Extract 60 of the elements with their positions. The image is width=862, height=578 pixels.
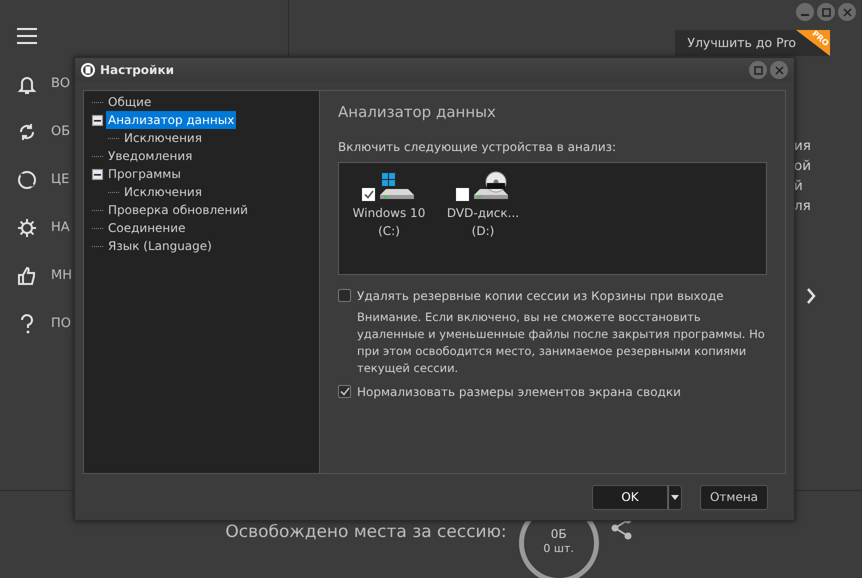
- collapse-toggle[interactable]: [92, 168, 103, 180]
- tree-item[interactable]: Уведомления: [106, 147, 194, 165]
- close-button[interactable]: [838, 3, 856, 21]
- text-fragment: ля: [794, 197, 808, 216]
- drive-letter: (D:): [472, 222, 494, 240]
- thumbs-up-icon[interactable]: [16, 265, 38, 287]
- devices-label: Включить следующие устройства в анализ:: [338, 138, 618, 156]
- tree-item[interactable]: Проверка обновлений: [106, 201, 250, 219]
- device-name: Windows 10: [352, 204, 426, 222]
- close-button[interactable]: [770, 61, 788, 79]
- sidebar-item[interactable]: ПО: [51, 314, 72, 334]
- dvd-drive-icon: [472, 170, 510, 200]
- text-fragment: й: [794, 177, 804, 196]
- dropdown-button[interactable]: [668, 484, 682, 510]
- tree-item[interactable]: Соединение: [106, 219, 188, 237]
- menu-icon[interactable]: [16, 25, 38, 47]
- tree-item[interactable]: Язык (Language): [106, 237, 214, 255]
- sidebar-item[interactable]: ЦЕ: [51, 170, 70, 190]
- text-fragment: ия: [794, 137, 808, 156]
- freed-size: 0Б: [550, 528, 567, 542]
- section-heading: Анализатор данных: [338, 102, 497, 123]
- tree-item[interactable]: Анализатор данных: [106, 111, 236, 129]
- device-checkbox[interactable]: [456, 188, 469, 200]
- device-name: DVD-диск...: [446, 204, 520, 222]
- tree-item[interactable]: Исключения: [122, 129, 204, 147]
- system-drive-icon: [378, 170, 416, 200]
- close-icon: [842, 8, 852, 16]
- sidebar-item[interactable]: МН: [51, 266, 72, 286]
- option-checkbox[interactable]: [338, 385, 351, 398]
- option-label: Удалять резервные копии сессии из Корзины при выходе: [357, 288, 724, 304]
- dialog-title: Настройки: [100, 62, 174, 79]
- session-freed-label: Освобождено места за сессию:: [225, 521, 507, 544]
- app-logo-icon: [81, 63, 95, 77]
- tree-item[interactable]: Исключения: [122, 183, 204, 201]
- tree-item[interactable]: Общие: [106, 93, 154, 111]
- gear-icon[interactable]: [16, 217, 38, 239]
- sidebar-item[interactable]: НА: [51, 218, 70, 238]
- pro-ribbon: [796, 30, 830, 56]
- sidebar-item[interactable]: ОБ: [51, 122, 70, 142]
- caret-icon: [671, 495, 679, 500]
- close-icon: [774, 66, 784, 74]
- tree-item[interactable]: Программы: [106, 165, 183, 183]
- maximize-button[interactable]: [817, 3, 835, 21]
- freed-count: 0 шт.: [543, 541, 574, 558]
- collapse-toggle[interactable]: [92, 114, 103, 126]
- text-fragment: ой: [794, 157, 808, 176]
- chevron-right-icon[interactable]: [806, 288, 816, 304]
- device-checkbox[interactable]: [362, 188, 375, 200]
- drive-letter: (C:): [378, 222, 400, 240]
- maximize-icon: [822, 8, 830, 16]
- cancel-button[interactable]: Отмена: [700, 484, 768, 510]
- ok-button[interactable]: OK: [592, 484, 668, 510]
- sidebar-item[interactable]: ВО: [51, 74, 70, 94]
- maximize-icon: [754, 66, 762, 74]
- maximize-button[interactable]: [749, 61, 767, 79]
- option-note: Внимание. Если включено, вы не сможете восстановить удаленные и уменьшенные файлы после закрытия программы. Но при этом освободится место, занимаемое резервными копиями текущей сессии.: [356, 308, 766, 376]
- lifebuoy-icon[interactable]: [16, 169, 38, 191]
- option-checkbox[interactable]: [338, 289, 351, 302]
- option-label: Нормализовать размеры элементов экрана сводки: [357, 384, 681, 400]
- minimize-button[interactable]: [796, 3, 814, 21]
